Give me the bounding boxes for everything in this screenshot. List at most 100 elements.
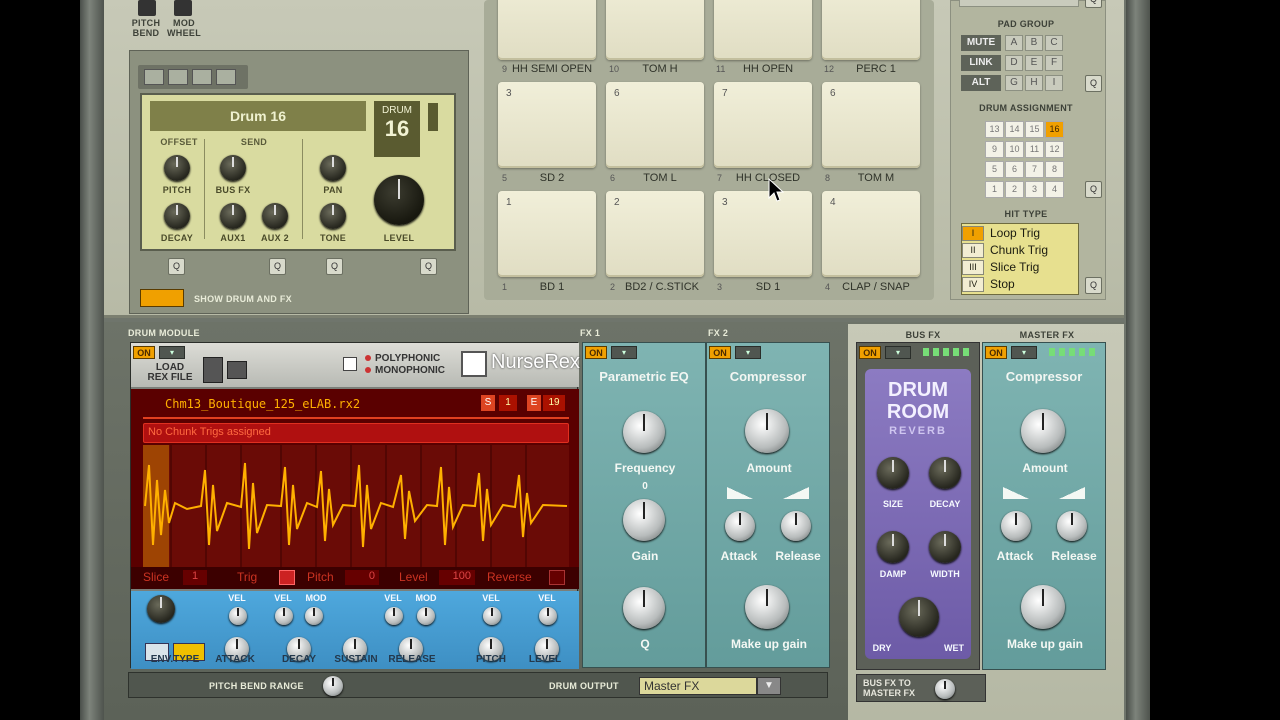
play-icon[interactable] <box>216 69 236 85</box>
pitch-bend-wheel[interactable] <box>138 0 156 16</box>
decay-vel-knob[interactable] <box>275 607 293 625</box>
drum-pad-10[interactable] <box>606 0 704 60</box>
drum-pad-2[interactable]: 2 <box>606 191 704 277</box>
amount-knob[interactable] <box>745 409 789 453</box>
menu-button[interactable]: ▾ <box>159 346 185 359</box>
hit-type-chunk-trig[interactable]: II Chunk Trig <box>962 243 1076 260</box>
menu-button[interactable]: ▾ <box>1011 346 1037 359</box>
group-button-g[interactable]: G <box>1005 75 1023 91</box>
dry-wet-knob[interactable] <box>899 597 939 637</box>
quick-edit-button[interactable]: Q <box>1085 0 1102 8</box>
assign-cell[interactable]: 8 <box>1045 161 1064 178</box>
assign-cell[interactable]: 11 <box>1025 141 1044 158</box>
menu-button[interactable]: ▾ <box>611 346 637 359</box>
quick-edit-button[interactable]: Q <box>420 258 437 275</box>
quick-edit-button[interactable]: Q <box>326 258 343 275</box>
quick-edit-button[interactable]: Q <box>1085 75 1102 92</box>
drum-pad-1[interactable]: 1 <box>498 191 596 277</box>
menu-button[interactable]: ▾ <box>735 346 761 359</box>
makeup-gain-knob[interactable] <box>745 585 789 629</box>
on-button[interactable]: ON <box>985 346 1007 359</box>
width-knob[interactable] <box>929 531 961 563</box>
group-button-c[interactable]: C <box>1045 35 1063 51</box>
drum-pad-5[interactable]: 3 <box>498 82 596 168</box>
aux2-knob[interactable] <box>262 203 288 229</box>
drum-pad-4[interactable]: 4 <box>822 191 920 277</box>
waveform-display[interactable]: Chm13_Boutique_125_eLAB.rx2 S 1 E 19 No … <box>131 389 579 567</box>
drum-pad-3[interactable]: 3 <box>714 191 812 277</box>
q-knob[interactable] <box>623 587 665 629</box>
level-knob[interactable] <box>374 175 424 225</box>
drum-pad-12[interactable] <box>822 0 920 60</box>
drum-pad-9[interactable] <box>498 0 596 60</box>
amount-knob[interactable] <box>1021 409 1065 453</box>
pitch-vel-knob[interactable] <box>483 607 501 625</box>
assign-cell[interactable]: 1 <box>985 181 1004 198</box>
gain-knob[interactable] <box>623 499 665 541</box>
drum-pad-11[interactable] <box>714 0 812 60</box>
assign-cell[interactable]: 9 <box>985 141 1004 158</box>
assign-cell[interactable]: 4 <box>1045 181 1064 198</box>
hit-type-loop-trig[interactable]: I Loop Trig <box>962 226 1076 243</box>
show-drum-fx-toggle[interactable] <box>140 289 184 307</box>
env-type-knob[interactable] <box>147 595 175 623</box>
drum-output-select[interactable]: Master FX <box>639 677 757 695</box>
assign-cell[interactable]: 6 <box>1005 161 1024 178</box>
assign-cell[interactable]: 2 <box>1005 181 1024 198</box>
release-vel-knob[interactable] <box>385 607 403 625</box>
assign-cell-selected[interactable]: 16 <box>1045 121 1064 138</box>
assign-cell[interactable]: 15 <box>1025 121 1044 138</box>
assign-cell[interactable]: 7 <box>1025 161 1044 178</box>
pan-knob[interactable] <box>320 155 346 181</box>
on-button[interactable]: ON <box>709 346 731 359</box>
on-button[interactable]: ON <box>133 346 155 359</box>
group-button-d[interactable]: D <box>1005 55 1023 71</box>
frequency-knob[interactable] <box>623 411 665 453</box>
on-button[interactable]: ON <box>859 346 881 359</box>
group-button-h[interactable]: H <box>1025 75 1043 91</box>
group-button-a[interactable]: A <box>1005 35 1023 51</box>
pitch-knob[interactable] <box>164 155 190 181</box>
level-vel-knob[interactable] <box>539 607 557 625</box>
pitch-value[interactable]: 0 <box>345 570 379 585</box>
patch-browse-button[interactable] <box>144 69 164 85</box>
release-knob[interactable] <box>1057 511 1087 541</box>
group-button-e[interactable]: E <box>1025 55 1043 71</box>
attack-knob[interactable] <box>1001 511 1031 541</box>
menu-button[interactable]: ▾ <box>885 346 911 359</box>
save-icon[interactable] <box>192 69 212 85</box>
assign-cell[interactable]: 13 <box>985 121 1004 138</box>
attack-vel-knob[interactable] <box>229 607 247 625</box>
group-button-f[interactable]: F <box>1045 55 1063 71</box>
quick-edit-button[interactable]: Q <box>1085 181 1102 198</box>
quick-edit-button[interactable]: Q <box>1085 277 1102 294</box>
assign-cell[interactable]: 5 <box>985 161 1004 178</box>
decay-knob[interactable] <box>929 457 961 489</box>
open-folder-icon[interactable] <box>168 69 188 85</box>
assign-cell[interactable]: 3 <box>1025 181 1044 198</box>
drum-pad-6[interactable]: 6 <box>606 82 704 168</box>
tone-knob[interactable] <box>320 203 346 229</box>
attack-knob[interactable] <box>725 511 755 541</box>
slice-value[interactable]: 1 <box>183 570 207 585</box>
release-knob[interactable] <box>781 511 811 541</box>
mod-wheel[interactable] <box>174 0 192 16</box>
voice-mode-toggle[interactable] <box>343 357 357 371</box>
decay-knob[interactable] <box>164 203 190 229</box>
makeup-gain-knob[interactable] <box>1021 585 1065 629</box>
hit-type-slice-trig[interactable]: III Slice Trig <box>962 260 1076 277</box>
loop-range-bar[interactable] <box>143 417 569 419</box>
aux1-knob[interactable] <box>220 203 246 229</box>
assign-cell[interactable]: 14 <box>1005 121 1024 138</box>
bus-to-master-knob[interactable] <box>935 679 955 699</box>
drum-pad-8[interactable]: 6 <box>822 82 920 168</box>
reverse-checkbox[interactable] <box>549 570 565 585</box>
on-button[interactable]: ON <box>585 346 607 359</box>
load-rex-arrows[interactable] <box>203 357 223 383</box>
release-mod-knob[interactable] <box>417 607 435 625</box>
group-button-b[interactable]: B <box>1025 35 1043 51</box>
assign-cell[interactable]: 12 <box>1045 141 1064 158</box>
chevron-down-icon[interactable]: ▼ <box>757 677 781 695</box>
size-knob[interactable] <box>877 457 909 489</box>
drum-pad-7[interactable]: 7 <box>714 82 812 168</box>
